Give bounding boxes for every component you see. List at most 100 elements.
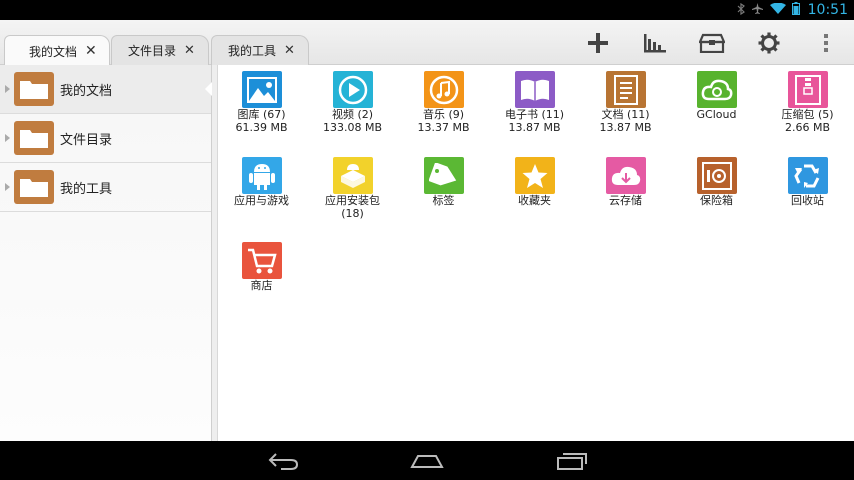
category-tags[interactable]: 标签 <box>398 151 489 207</box>
category-archive[interactable]: 压缩包 (5) 2.66 MB <box>762 65 853 134</box>
recent-apps-icon <box>557 453 587 470</box>
tab-my-tools[interactable]: 我的工具 ✕ <box>211 35 309 65</box>
category-documents[interactable]: 文档 (11) 13.87 MB <box>580 65 671 134</box>
airplane-mode-icon <box>751 2 764 18</box>
back-button[interactable] <box>263 450 303 472</box>
sidebar-item-label: 文件目录 <box>60 132 113 148</box>
category-shop[interactable]: 商店 <box>216 236 307 292</box>
category-title: 商店 <box>250 279 273 292</box>
category-subtitle: 133.08 MB <box>322 121 383 134</box>
category-title: 音乐 (9) <box>422 108 465 121</box>
sidebar-item-file-directory[interactable]: 文件目录 <box>0 114 211 163</box>
expand-arrow-icon[interactable] <box>5 183 10 191</box>
toolbox-icon <box>698 33 725 53</box>
category-title: 标签 <box>432 194 455 207</box>
category-title: 回收站 <box>791 194 824 207</box>
tab-label: 我的文档 <box>29 44 78 59</box>
category-gcloud[interactable]: GCloud <box>671 65 762 121</box>
file-manager-app: 我的工具 ✕ 文件目录 ✕ 我的文档 ✕ 我的文档 文件目录 我的工具 图库 (… <box>0 20 854 441</box>
category-title: 保险箱 <box>700 194 733 207</box>
expand-arrow-icon[interactable] <box>5 134 10 142</box>
category-title: 收藏夹 <box>518 194 551 207</box>
category-recycle-bin[interactable]: 回收站 <box>762 151 853 207</box>
category-title: 图库 (67) <box>237 108 286 121</box>
folder-icon <box>14 72 54 106</box>
category-title: 应用与游戏 <box>234 194 289 207</box>
folder-icon <box>14 121 54 155</box>
folder-icon <box>14 170 54 204</box>
category-title: 应用安装包 <box>325 194 380 207</box>
tab-file-directory[interactable]: 文件目录 ✕ <box>111 35 209 65</box>
category-apk[interactable]: 应用安装包 (18) <box>307 151 398 220</box>
battery-icon <box>791 2 800 18</box>
category-title: 文档 (11) <box>601 108 650 121</box>
category-favorites[interactable]: 收藏夹 <box>489 151 580 207</box>
category-title: 压缩包 (5) <box>781 108 834 121</box>
gear-icon <box>758 32 779 53</box>
recent-apps-button[interactable] <box>552 450 592 472</box>
category-grid: 图库 (67) 61.39 MB 视频 (2) 133.08 MB 音乐 (9)… <box>219 65 854 441</box>
ebook-icon <box>514 71 555 108</box>
sidebar-item-my-documents[interactable]: 我的文档 <box>0 65 212 114</box>
system-navigation-bar <box>0 441 854 480</box>
storage-analysis-button[interactable] <box>626 20 683 65</box>
wifi-icon <box>769 2 786 18</box>
category-gallery[interactable]: 图库 (67) 61.39 MB <box>216 65 307 134</box>
category-subtitle: 61.39 MB <box>235 121 288 134</box>
star-icon <box>514 157 555 194</box>
home-icon <box>410 455 444 468</box>
category-title: GCloud <box>696 108 737 121</box>
category-subtitle: 13.37 MB <box>417 121 470 134</box>
archive-icon <box>787 71 828 108</box>
sidebar: 我的文档 文件目录 我的工具 <box>0 65 212 441</box>
toolbar <box>569 20 854 65</box>
tab-label: 文件目录 <box>128 44 177 58</box>
category-cloud-storage[interactable]: 云存储 <box>580 151 671 207</box>
selection-indicator <box>205 82 212 96</box>
close-icon[interactable]: ✕ <box>184 43 195 58</box>
category-title: 电子书 (11) <box>504 108 565 121</box>
status-icons: 10:51 <box>737 0 848 20</box>
bluetooth-icon <box>737 2 745 18</box>
gcloud-icon <box>696 71 737 108</box>
android-icon <box>241 157 282 194</box>
toolbox-button[interactable] <box>683 20 740 65</box>
shop-icon <box>241 242 282 279</box>
add-button[interactable] <box>569 20 626 65</box>
cloud-icon <box>605 157 646 194</box>
category-ebook[interactable]: 电子书 (11) 13.87 MB <box>489 65 580 134</box>
status-bar: 10:51 <box>0 0 854 20</box>
sidebar-item-my-tools[interactable]: 我的工具 <box>0 163 211 212</box>
category-subtitle: 13.87 MB <box>508 121 561 134</box>
category-video[interactable]: 视频 (2) 133.08 MB <box>307 65 398 134</box>
tab-my-documents[interactable]: 我的文档 ✕ <box>4 35 110 66</box>
close-icon[interactable]: ✕ <box>85 43 97 59</box>
safe-icon <box>696 157 737 194</box>
category-subtitle: 2.66 MB <box>784 121 831 134</box>
tab-label: 我的工具 <box>228 44 277 58</box>
back-icon <box>268 453 299 470</box>
category-apps-games[interactable]: 应用与游戏 <box>216 151 307 207</box>
video-icon <box>332 71 373 108</box>
music-icon <box>423 71 464 108</box>
apk-icon <box>332 157 373 194</box>
category-music[interactable]: 音乐 (9) 13.37 MB <box>398 65 489 134</box>
category-subtitle: 13.87 MB <box>599 121 652 134</box>
expand-arrow-icon[interactable] <box>5 85 10 93</box>
more-vertical-icon <box>823 33 828 52</box>
category-subtitle: (18) <box>341 207 364 220</box>
gallery-icon <box>241 71 282 108</box>
plus-icon <box>587 32 608 53</box>
status-time: 10:51 <box>807 2 848 18</box>
overflow-menu-button[interactable] <box>797 20 854 65</box>
settings-button[interactable] <box>740 20 797 65</box>
home-button[interactable] <box>407 450 447 472</box>
tag-icon <box>423 157 464 194</box>
sidebar-item-label: 我的文档 <box>60 83 113 99</box>
recycle-icon <box>787 157 828 194</box>
close-icon[interactable]: ✕ <box>284 43 295 58</box>
bar-chart-icon <box>643 33 666 52</box>
document-icon <box>605 71 646 108</box>
sidebar-item-label: 我的工具 <box>60 181 113 197</box>
category-safe[interactable]: 保险箱 <box>671 151 762 207</box>
